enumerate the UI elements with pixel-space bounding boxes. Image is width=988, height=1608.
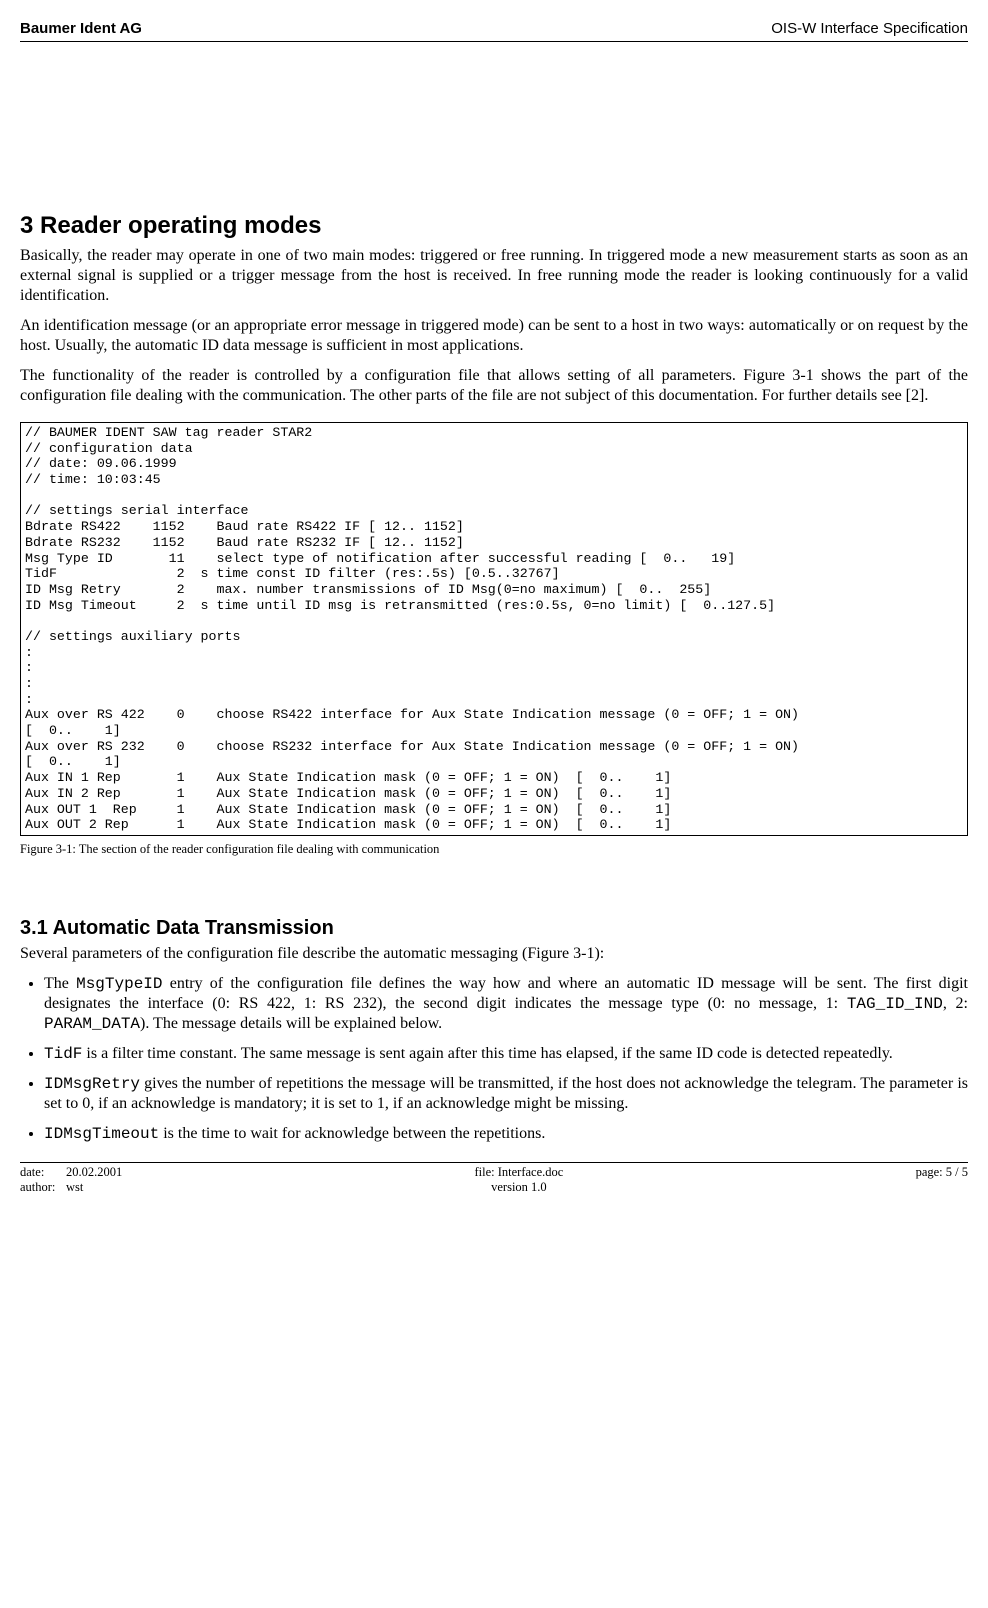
footer-center: file: Interface.doc version 1.0	[474, 1165, 563, 1195]
code-msgtypeid: MsgTypeID	[76, 975, 162, 993]
section-3-paragraph-3: The functionality of the reader is contr…	[20, 366, 968, 406]
section-3-paragraph-2: An identification message (or an appropr…	[20, 316, 968, 356]
footer-right: page: 5 / 5	[916, 1165, 968, 1195]
header-doc-title: OIS-W Interface Specification	[771, 20, 968, 37]
config-file-listing: // BAUMER IDENT SAW tag reader STAR2 // …	[20, 422, 968, 836]
section-3-1-intro: Several parameters of the configuration …	[20, 944, 968, 964]
section-3-1-heading: 3.1 Automatic Data Transmission	[20, 917, 968, 940]
section-3-heading: 3 Reader operating modes	[20, 212, 968, 240]
footer-version: version 1.0	[474, 1180, 563, 1195]
code-tag-id-ind: TAG_ID_IND	[847, 995, 943, 1013]
footer-author-label: author:	[20, 1180, 66, 1195]
section-3-paragraph-1: Basically, the reader may operate in one…	[20, 246, 968, 306]
footer-author-value: wst	[66, 1180, 83, 1194]
bullet-1: The MsgTypeID entry of the configuration…	[44, 974, 968, 1034]
page-header: Baumer Ident AG OIS-W Interface Specific…	[20, 20, 968, 37]
bullet-list: The MsgTypeID entry of the configuration…	[20, 974, 968, 1144]
footer-date-value: 20.02.2001	[66, 1165, 122, 1179]
code-param-data: PARAM_DATA	[44, 1015, 140, 1033]
code-tidf: TidF	[44, 1045, 82, 1063]
code-idmsgretry: IDMsgRetry	[44, 1075, 140, 1093]
footer-rule	[20, 1162, 968, 1163]
bullet-4: IDMsgTimeout is the time to wait for ack…	[44, 1124, 968, 1144]
code-idmsgtimeout: IDMsgTimeout	[44, 1125, 159, 1143]
footer-date-label: date:	[20, 1165, 66, 1180]
footer-page: page: 5 / 5	[916, 1165, 968, 1180]
page-footer: date:20.02.2001 author:wst file: Interfa…	[20, 1165, 968, 1195]
figure-3-1-caption: Figure 3-1: The section of the reader co…	[20, 842, 968, 857]
header-rule	[20, 41, 968, 42]
bullet-2: TidF is a filter time constant. The same…	[44, 1044, 968, 1064]
bullet-3: IDMsgRetry gives the number of repetitio…	[44, 1074, 968, 1114]
header-company: Baumer Ident AG	[20, 20, 142, 37]
footer-left: date:20.02.2001 author:wst	[20, 1165, 122, 1195]
footer-file: file: Interface.doc	[474, 1165, 563, 1180]
